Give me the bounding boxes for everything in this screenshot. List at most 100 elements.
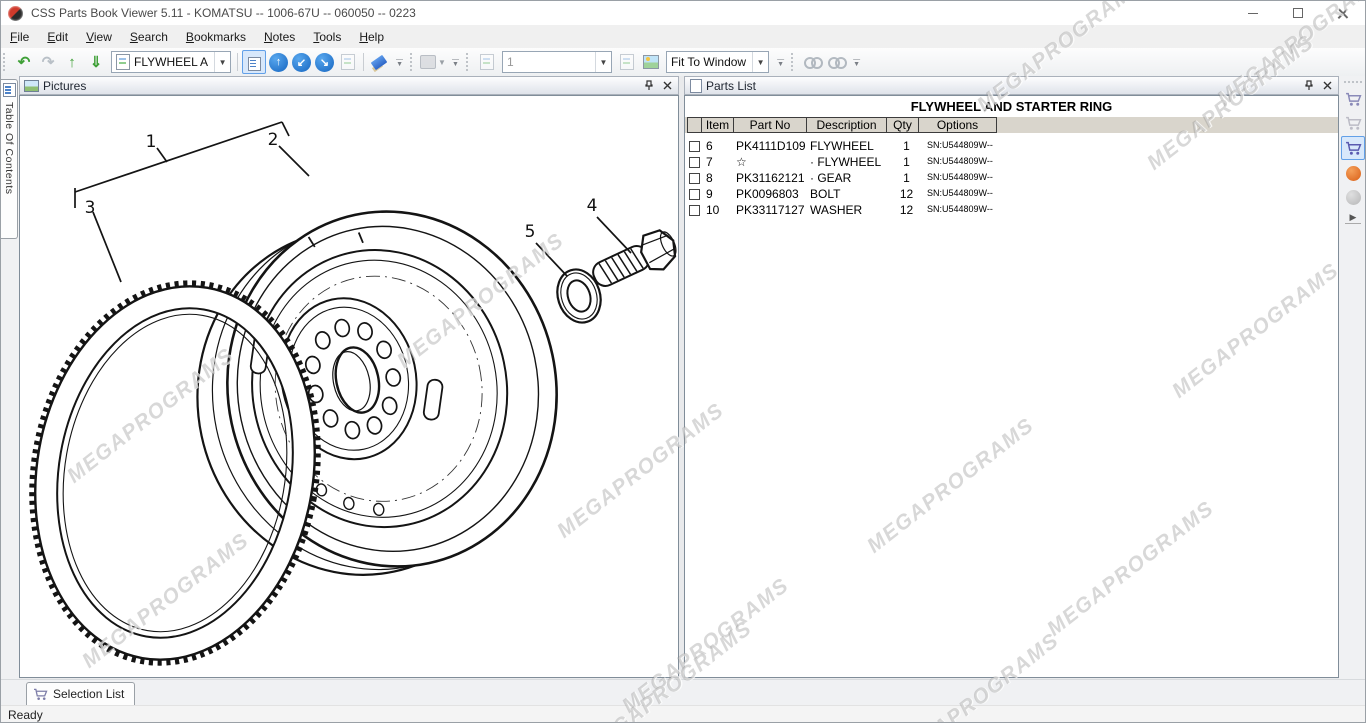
toolbar-overflow[interactable]: —▼ — [850, 51, 863, 73]
nav-up-button[interactable]: ↑ — [269, 53, 288, 72]
table-row[interactable]: 10 PK33117127 WASHER 12 SN:U544809W-- — [687, 202, 1002, 218]
callout-1[interactable]: 1 — [146, 132, 157, 152]
callout-2[interactable]: 2 — [268, 130, 279, 150]
panel-close-button[interactable] — [1320, 79, 1334, 93]
sheet-button[interactable] — [476, 51, 498, 73]
chevron-down-icon[interactable]: ▼ — [214, 52, 230, 72]
nav-next-button[interactable]: ↘ — [315, 53, 334, 72]
image-view-button[interactable] — [640, 51, 662, 73]
link-icon — [804, 56, 820, 68]
flywheel-shape — [163, 181, 589, 605]
chevron-down-icon[interactable]: ▼ — [752, 52, 768, 72]
menu-bookmarks[interactable]: Bookmarks — [177, 27, 255, 47]
header-description[interactable]: Description — [806, 117, 887, 133]
page-info-button[interactable] — [337, 51, 359, 73]
header-part-no[interactable]: Part No — [733, 117, 807, 133]
menu-tools[interactable]: Tools — [304, 27, 350, 47]
bolt-shape — [587, 225, 678, 297]
parts-panel-title: Parts List — [706, 79, 756, 93]
menu-help[interactable]: Help — [350, 27, 393, 47]
toolbar-overflow[interactable]: —▼ — [774, 51, 787, 73]
lookup-icon — [1346, 190, 1361, 205]
table-row[interactable]: 7 ☆ · FLYWHEEL 1 SN:U544809W-- — [687, 154, 1002, 170]
history-forward-button[interactable]: ↷ — [37, 51, 59, 73]
page-selector-combobox[interactable]: FLYWHEEL A ▼ — [111, 51, 231, 73]
cart-remove-icon — [1345, 116, 1362, 131]
header-options[interactable]: Options — [918, 117, 997, 133]
info-search-button[interactable] — [1342, 162, 1364, 184]
up-level-button[interactable]: ↑ — [61, 51, 83, 73]
table-row[interactable]: 8 PK31162121 · GEAR 1 SN:U544809W-- — [687, 170, 1002, 186]
menu-edit[interactable]: Edit — [38, 27, 77, 47]
toolbar-grip[interactable] — [410, 53, 415, 71]
menu-file[interactable]: File — [1, 27, 38, 47]
help-lookup-button[interactable] — [1342, 186, 1364, 208]
page-icon — [116, 54, 130, 70]
row-checkbox[interactable] — [689, 173, 700, 184]
status-text: Ready — [8, 708, 43, 722]
row-checkbox[interactable] — [689, 157, 700, 168]
toolbar-grip[interactable] — [3, 53, 8, 71]
chevron-down-icon[interactable]: ▼ — [595, 52, 611, 72]
document-icon — [690, 79, 702, 93]
page-history-button[interactable]: ⇓ — [85, 51, 107, 73]
close-icon — [1338, 8, 1348, 18]
restore-icon — [1293, 8, 1303, 18]
selection-list-tab-label: Selection List — [53, 687, 124, 701]
window-title: CSS Parts Book Viewer 5.11 - KOMATSU -- … — [31, 6, 416, 20]
toolbar-overflow[interactable]: —▼ — [393, 51, 406, 73]
pages-icon: ⇓ — [90, 53, 103, 71]
parts-panel-header: Parts List — [684, 76, 1339, 95]
history-back-button[interactable]: ↶ — [13, 51, 35, 73]
callout-3[interactable]: 3 — [85, 198, 96, 218]
table-of-contents-tab[interactable]: Table Of Contents — [1, 79, 18, 239]
menu-view[interactable]: View — [77, 27, 121, 47]
header-qty[interactable]: Qty — [886, 117, 919, 133]
selection-list-tab[interactable]: Selection List — [26, 682, 135, 705]
pin-icon — [1304, 80, 1314, 91]
row-checkbox[interactable] — [689, 189, 700, 200]
row-checkbox[interactable] — [689, 205, 700, 216]
close-button[interactable] — [1320, 1, 1365, 25]
sheet-number-value: 1 — [507, 55, 595, 69]
minimize-button[interactable] — [1230, 1, 1275, 25]
unlink-parts-button[interactable] — [825, 51, 847, 73]
toolbar-overflow[interactable]: —▼ — [449, 51, 462, 73]
link-parts-button[interactable] — [801, 51, 823, 73]
show-cart-button[interactable] — [1341, 136, 1365, 160]
pictures-canvas[interactable]: 1 2 3 4 5 — [19, 95, 679, 678]
status-bar: Ready — [1, 705, 1365, 723]
next-sheet-button[interactable] — [616, 51, 638, 73]
remove-from-cart-button[interactable] — [1342, 112, 1364, 134]
header-checkbox-column — [687, 117, 702, 133]
callout-4[interactable]: 4 — [587, 196, 598, 216]
toolbar-grip[interactable] — [466, 53, 471, 71]
pin-button[interactable] — [1302, 79, 1316, 93]
up-icon: ↑ — [68, 54, 76, 71]
main-area: Table Of Contents Pictures — [1, 76, 1365, 679]
add-to-cart-button[interactable] — [1342, 88, 1364, 110]
table-row[interactable]: 6 PK4111D109 FLYWHEEL 1 SN:U544809W-- — [687, 138, 1002, 154]
app-window: CSS Parts Book Viewer 5.11 - KOMATSU -- … — [0, 0, 1366, 723]
header-item[interactable]: Item — [701, 117, 734, 133]
picture-icon — [24, 80, 39, 92]
toc-icon — [3, 83, 16, 97]
sheet-number-combobox[interactable]: 1 ▼ — [502, 51, 612, 73]
restore-button[interactable] — [1275, 1, 1320, 25]
table-row[interactable]: 9 PK0096803 BOLT 12 SN:U544809W-- — [687, 186, 1002, 202]
panel-close-button[interactable] — [660, 79, 674, 93]
menu-search[interactable]: Search — [121, 27, 177, 47]
highlight-button[interactable] — [368, 51, 390, 73]
nav-previous-button[interactable]: ↙ — [292, 53, 311, 72]
callout-5[interactable]: 5 — [525, 222, 536, 242]
pin-button[interactable] — [642, 79, 656, 93]
row-checkbox[interactable] — [689, 141, 700, 152]
menu-notes[interactable]: Notes — [255, 27, 304, 47]
expand-toolbar-button[interactable]: ▶ — [1345, 212, 1361, 224]
info-icon — [1346, 166, 1361, 181]
zoom-mode-combobox[interactable]: Fit To Window ▼ — [666, 51, 769, 73]
toolbar-grip[interactable] — [791, 53, 796, 71]
toggle-toc-button[interactable] — [242, 50, 266, 74]
stamp-button[interactable]: ▼ — [420, 51, 446, 73]
toolbar-grip[interactable] — [1344, 81, 1362, 86]
